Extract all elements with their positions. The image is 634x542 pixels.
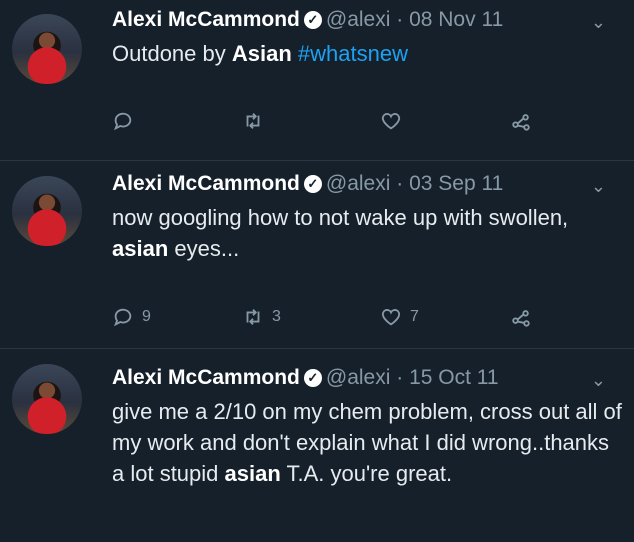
retweet-button[interactable]: 3 xyxy=(242,306,281,328)
author-name[interactable]: Alexi McCammond xyxy=(112,8,300,31)
tweet-actions: 9 3 7 xyxy=(112,306,572,332)
tweet-actions xyxy=(112,110,572,136)
avatar[interactable] xyxy=(12,364,82,434)
avatar[interactable] xyxy=(12,176,82,246)
verified-check-icon: ✓ xyxy=(303,369,322,387)
chevron-down-icon[interactable]: ⌄ xyxy=(591,370,606,391)
retweet-count: 3 xyxy=(272,308,281,325)
retweet-icon xyxy=(246,309,260,325)
text-emphasis: asian xyxy=(224,461,281,486)
verified-check-icon: ✓ xyxy=(303,11,322,29)
avatar[interactable] xyxy=(12,14,82,84)
tweet-text: Outdone by Asian #whatsnew xyxy=(112,38,612,69)
hashtag-link[interactable]: #whatsnew xyxy=(298,41,408,66)
share-icon xyxy=(512,114,530,131)
author-name[interactable]: Alexi McCammond xyxy=(112,366,300,389)
tweet-text: give me a 2/10 on my chem problem, cross… xyxy=(112,396,627,489)
text-emphasis: asian xyxy=(112,236,169,261)
like-button[interactable]: 7 xyxy=(380,306,419,328)
separator: · xyxy=(396,366,404,389)
heart-icon xyxy=(381,113,401,130)
text-segment: T.A. you're great. xyxy=(280,461,453,486)
separator: · xyxy=(396,8,404,31)
tweet-3[interactable]: Alexi McCammond ✓ @alexi · 15 Oct 11 ⌄ giv… xyxy=(0,348,634,542)
heart-icon xyxy=(381,309,401,326)
retweet-icon xyxy=(246,113,260,129)
separator: · xyxy=(396,172,404,195)
verified-check-icon: ✓ xyxy=(303,175,322,193)
tweet-date[interactable]: 15 Oct 11 xyxy=(409,366,499,389)
text-segment: eyes... xyxy=(168,236,240,261)
chevron-down-icon[interactable]: ⌄ xyxy=(591,12,606,33)
text-segment: now googling how to not wake up with swo… xyxy=(112,205,569,230)
author-handle[interactable]: @alexi xyxy=(326,8,391,31)
tweet-1[interactable]: Alexi McCammond ✓ @alexi · 08 Nov 11 ⌄ Out… xyxy=(0,0,634,161)
share-button[interactable] xyxy=(510,306,532,328)
author-handle[interactable]: @alexi xyxy=(326,366,391,389)
author-handle[interactable]: @alexi xyxy=(326,172,391,195)
like-count: 7 xyxy=(410,308,419,325)
reply-icon xyxy=(113,112,132,131)
text-segment: Outdone by xyxy=(112,41,232,66)
share-button[interactable] xyxy=(510,110,532,132)
tweet-date[interactable]: 08 Nov 11 xyxy=(409,8,503,31)
tweet-date[interactable]: 03 Sep 11 xyxy=(409,172,503,195)
reply-count: 9 xyxy=(142,308,151,325)
reply-icon xyxy=(113,308,132,327)
like-button[interactable] xyxy=(380,110,410,132)
share-icon xyxy=(512,310,530,327)
tweet-text: now googling how to not wake up with swo… xyxy=(112,202,582,264)
tweet-header: Alexi McCammond ✓ @alexi · 15 Oct 11 xyxy=(112,366,499,390)
reply-button[interactable] xyxy=(112,110,142,132)
chevron-down-icon[interactable]: ⌄ xyxy=(591,176,606,197)
tweet-header: Alexi McCammond ✓ @alexi · 03 Sep 11 xyxy=(112,172,503,196)
tweet-2[interactable]: Alexi McCammond ✓ @alexi · 03 Sep 11 ⌄ now… xyxy=(0,160,634,349)
author-name[interactable]: Alexi McCammond xyxy=(112,172,300,195)
tweet-header: Alexi McCammond ✓ @alexi · 08 Nov 11 xyxy=(112,8,503,32)
text-emphasis: Asian xyxy=(231,41,292,66)
retweet-button[interactable] xyxy=(242,110,272,132)
reply-button[interactable]: 9 xyxy=(112,306,151,328)
